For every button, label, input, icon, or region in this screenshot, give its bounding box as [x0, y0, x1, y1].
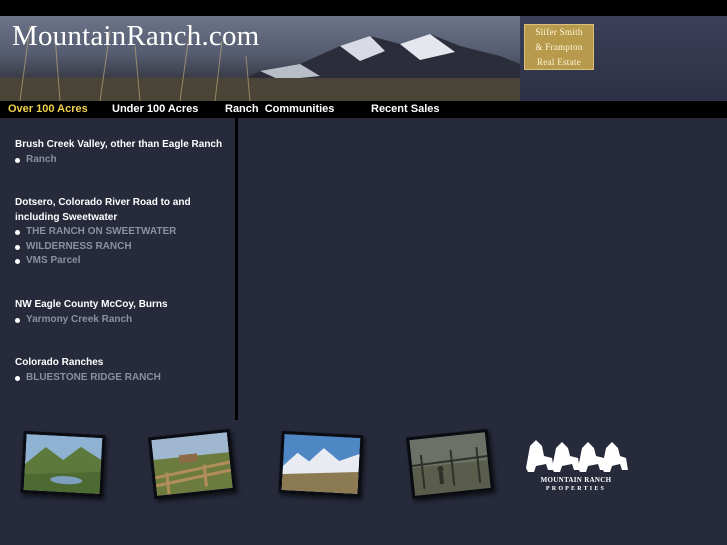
nav-ranch-communities[interactable]: Ranch Communities: [225, 103, 334, 115]
group-title: Brush Creek Valley, other than Eagle Ran…: [15, 139, 223, 150]
nav-recent-sales[interactable]: Recent Sales: [371, 103, 439, 115]
brand-logo-line: PROPERTIES: [546, 486, 606, 492]
snowy-peaks-photo[interactable]: [278, 430, 364, 498]
group-title: Dotsero, Colorado River Road to and incl…: [15, 197, 191, 223]
brand-logo-line: MOUNTAIN RANCH: [541, 476, 612, 484]
valley-lake-photo[interactable]: [20, 430, 106, 498]
site-title: MountainRanch.com: [12, 20, 260, 52]
slifer-smith-frampton-logo[interactable]: Slifer Smith & Frampton Real Estate: [524, 24, 594, 70]
listing-group: Dotsero, Colorado River Road to and incl…: [15, 196, 230, 269]
header-banner: MountainRanch.com Slifer Smith & Frampto…: [0, 16, 727, 101]
firm-logo-line: Slifer Smith: [535, 27, 583, 38]
firm-logo-line: Real Estate: [536, 56, 582, 67]
listing-group: Colorado Ranches BLUESTONE RIDGE RANCH: [15, 356, 230, 385]
main-nav: Over 100 Acres Under 100 Acres Ranch Com…: [0, 101, 727, 118]
ranch-fence-photo[interactable]: [147, 428, 237, 500]
listing-link[interactable]: THE RANCH ON SWEETWATER: [15, 225, 230, 240]
sidebar-divider: [235, 118, 238, 420]
group-title: Colorado Ranches: [15, 357, 104, 368]
listing-group: NW Eagle County McCoy, Burns Yarmony Cre…: [15, 298, 230, 327]
nav-under-100-acres[interactable]: Under 100 Acres: [112, 103, 198, 115]
nav-over-100-acres[interactable]: Over 100 Acres: [8, 103, 88, 115]
listing-link[interactable]: BLUESTONE RIDGE RANCH: [15, 371, 230, 386]
firm-logo-line: & Frampton: [535, 41, 583, 52]
corral-photo[interactable]: [405, 428, 495, 500]
listing-link[interactable]: WILDERNESS RANCH: [15, 240, 230, 255]
listing-group: Brush Creek Valley, other than Eagle Ran…: [15, 138, 230, 167]
listing-link[interactable]: Ranch: [15, 153, 230, 168]
mountain-ranch-properties-logo[interactable]: MOUNTAIN RANCH PROPERTIES: [522, 436, 630, 492]
group-title: NW Eagle County McCoy, Burns: [15, 299, 168, 310]
listing-link[interactable]: VMS Parcel: [15, 254, 230, 269]
listing-link[interactable]: Yarmony Creek Ranch: [15, 313, 230, 328]
listings-sidebar: Brush Creek Valley, other than Eagle Ran…: [0, 118, 235, 420]
top-black-bar: [0, 0, 727, 16]
